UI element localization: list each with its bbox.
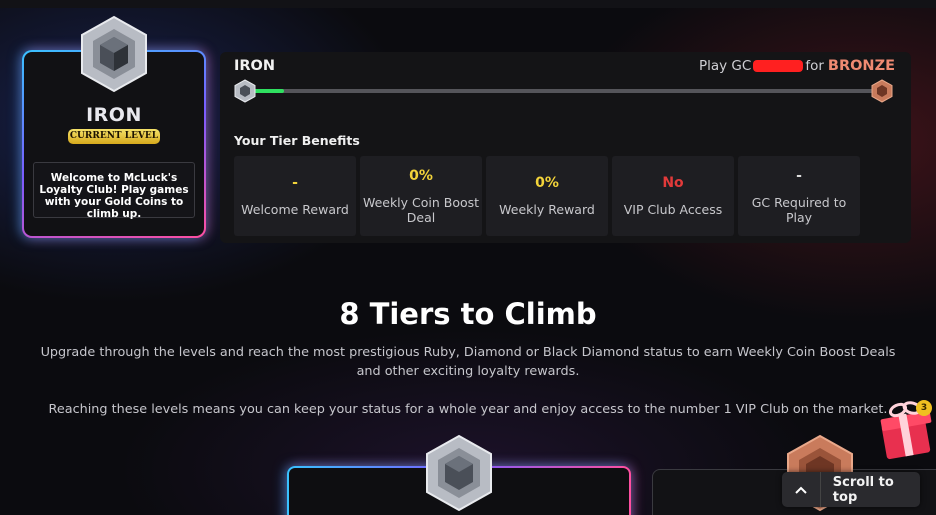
benefit-label: Weekly Reward	[499, 202, 595, 217]
iron-gem-icon	[81, 15, 147, 93]
redacted-amount	[753, 60, 804, 72]
tier-progress-panel: IRON Play GC for BRONZE Your Tier Benefi…	[220, 52, 911, 243]
benefit-weekly-reward: 0% Weekly Reward	[486, 156, 608, 236]
iron-gem-icon	[426, 434, 492, 512]
chevron-up-icon	[782, 472, 821, 507]
benefit-value: 0%	[409, 167, 433, 184]
gift-count-badge: 3	[916, 400, 932, 416]
current-level-description: Welcome to McLuck's Loyalty Club! Play g…	[33, 162, 195, 220]
tier-benefits-list: - Welcome Reward 0% Weekly Coin Boost De…	[234, 156, 860, 236]
iron-gem-small-icon	[234, 79, 256, 103]
benefit-value: -	[292, 175, 298, 191]
benefit-value: -	[796, 167, 802, 184]
tiers-section-title: 8 Tiers to Climb	[339, 297, 597, 331]
current-level-badge: CURRENT LEVEL	[68, 129, 160, 144]
bronze-gem-small-icon	[871, 79, 893, 103]
progress-track	[246, 89, 878, 93]
tiers-section-description: Upgrade through the levels and reach the…	[40, 345, 896, 379]
top-bar	[0, 0, 936, 8]
play-gc-requirement: Play GC for BRONZE	[699, 58, 895, 74]
benefit-label: Weekly Coin Boost Deal	[362, 194, 480, 225]
benefit-weekly-coin-boost: 0% Weekly Coin Boost Deal	[360, 156, 482, 236]
next-tier-name: BRONZE	[827, 58, 895, 74]
benefit-vip-club-access: No VIP Club Access	[612, 156, 734, 236]
benefit-label: VIP Club Access	[623, 202, 723, 217]
benefit-value: No	[662, 175, 684, 191]
play-gc-prefix: Play GC	[698, 58, 752, 74]
benefit-gc-required: - GC Required to Play	[738, 156, 860, 236]
benefit-label: GC Required to Play	[751, 194, 847, 225]
scroll-to-top-label: Scroll to top	[832, 474, 894, 505]
benefit-value: 0%	[535, 175, 559, 191]
play-gc-suffix: for	[805, 58, 824, 74]
progress-current-tier: IRON	[234, 58, 276, 74]
tiers-section-note: Reaching these levels means you can keep…	[48, 402, 888, 417]
scroll-to-top-button[interactable]: Scroll to top	[782, 472, 920, 507]
benefit-label: Welcome Reward	[241, 202, 349, 217]
current-level-name: IRON	[86, 104, 142, 126]
tier-benefits-title: Your Tier Benefits	[234, 133, 360, 148]
benefit-welcome-reward: - Welcome Reward	[234, 156, 356, 236]
